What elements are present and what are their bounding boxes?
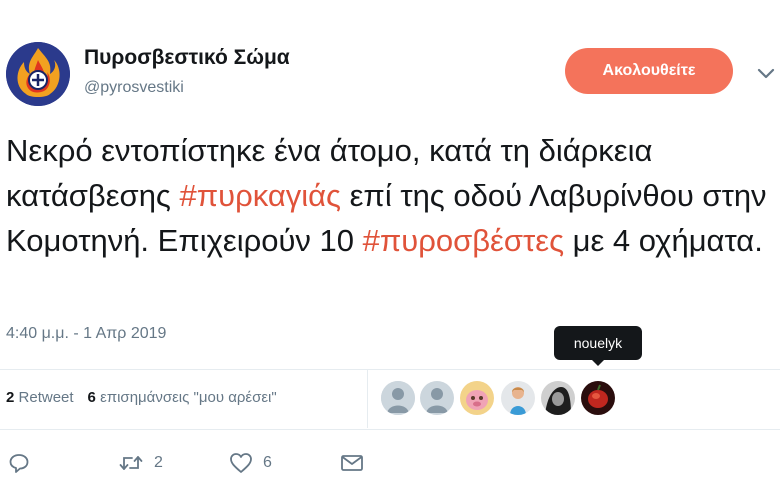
reply-button[interactable] [8,452,30,474]
user-photo-icon [581,381,615,415]
likes-stat[interactable]: 6 επισημάνσεις "μου αρέσει" [88,389,277,406]
tweet-text-segment: με 4 οχήματα. [564,223,763,258]
retweet-stat[interactable]: 2 Retweet [6,389,74,406]
hashtag-link[interactable]: #πυροσβέστες [363,223,564,258]
likes-stat-count: 6 [87,389,96,406]
reply-icon [9,454,29,473]
retweet-stat-count: 2 [6,389,15,406]
envelope-icon [341,455,363,471]
retweet-button[interactable]: 2 [118,452,163,474]
tweet-timestamp[interactable]: 4:40 μ.μ. - 1 Απρ 2019 [6,325,166,343]
liker-avatar[interactable] [581,381,615,415]
direct-message-button[interactable] [340,452,364,474]
following-button[interactable]: Ακολουθείτε [565,48,733,94]
user-tooltip: nouelyk [554,326,642,360]
like-count: 6 [263,454,272,471]
retweet-icon [119,456,143,470]
divider [0,429,780,430]
stats-divider [367,370,368,428]
heart-icon [230,453,252,473]
user-photo-icon [541,381,575,415]
tooltip-arrow [591,359,605,366]
like-button[interactable]: 6 [229,452,272,474]
liker-avatar[interactable] [541,381,575,415]
tweet-text: Νεκρό εντοπίστηκε ένα άτομο, κατά τη διά… [6,128,776,263]
retweet-count: 2 [154,454,163,471]
user-photo-icon [460,381,494,415]
liker-avatar[interactable] [381,381,415,415]
chevron-down-icon[interactable] [756,66,776,80]
default-avatar-icon [420,381,454,415]
avatar[interactable] [6,42,70,106]
retweet-stat-label: Retweet [18,389,74,406]
divider [0,369,780,370]
liker-avatar[interactable] [420,381,454,415]
user-photo-icon [501,381,535,415]
display-name[interactable]: Πυροσβεστικό Σώμα [84,46,290,70]
hashtag-link[interactable]: #πυρκαγιάς [179,178,341,213]
default-avatar-icon [381,381,415,415]
liker-avatar[interactable] [501,381,535,415]
tweet-stats: 2 Retweet 6 επισημάνσεις "μου αρέσει" [6,389,277,406]
fire-service-logo-icon [6,42,70,106]
handle[interactable]: @pyrosvestiki [84,79,184,97]
liker-avatar[interactable] [460,381,494,415]
likes-stat-label: επισημάνσεις "μου αρέσει" [100,389,277,406]
